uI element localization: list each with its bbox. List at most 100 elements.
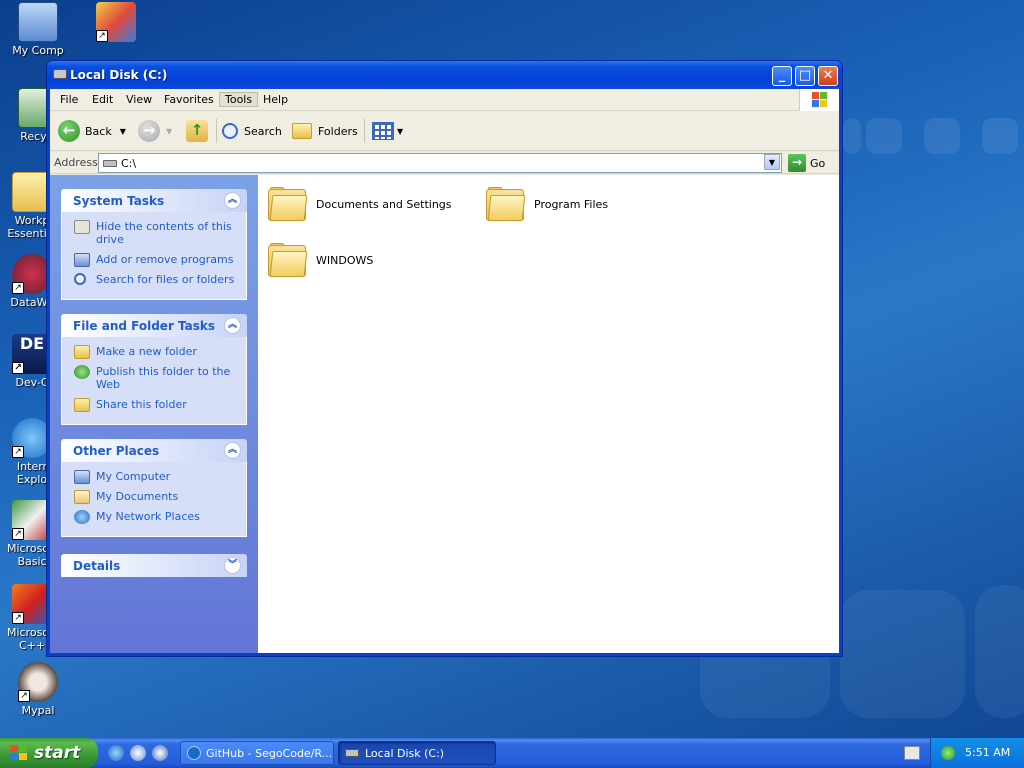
windows-flag-icon xyxy=(10,745,28,761)
desktop-decoration xyxy=(924,118,960,154)
taskbar-button-label: GitHub - SegoCode/R... xyxy=(206,746,333,760)
start-button[interactable]: start xyxy=(0,738,98,768)
menu-view[interactable]: View xyxy=(120,92,158,107)
menu-file[interactable]: File xyxy=(54,92,84,107)
search-button[interactable]: Search xyxy=(222,119,282,143)
menu-tools[interactable]: Tools xyxy=(219,92,259,107)
go-label: Go xyxy=(810,156,826,170)
other-places-header[interactable]: Other Places ︽ xyxy=(61,439,247,462)
address-bar: Address C:\ ▼ → Go xyxy=(50,152,839,174)
close-button[interactable]: ✕ xyxy=(818,66,838,86)
folder-icon xyxy=(486,187,526,221)
menu-help[interactable]: Help xyxy=(257,92,294,107)
file-folder-tasks-header[interactable]: File and Folder Tasks ︽ xyxy=(61,314,247,337)
task-share-folder[interactable]: Share this folder xyxy=(72,398,236,412)
details-panel: Details ︾ xyxy=(61,554,247,577)
windows-logo-icon xyxy=(799,89,839,111)
back-button[interactable]: ← Back ▼ xyxy=(58,119,126,143)
shortcut-arrow-icon: ↗ xyxy=(96,30,108,42)
system-tray: 5:51 AM xyxy=(930,738,1024,768)
task-label: Publish this folder to the Web xyxy=(96,365,231,391)
folders-button[interactable]: Folders xyxy=(292,119,358,143)
back-label: Back xyxy=(85,124,112,138)
panel-body: My Computer My Documents My Network Plac… xyxy=(61,462,247,537)
my-computer-icon xyxy=(74,470,90,484)
shortcut-arrow-icon: ↗ xyxy=(12,612,24,624)
drive-icon xyxy=(345,749,359,757)
folder-label: Program Files xyxy=(534,197,609,211)
hide-contents-icon xyxy=(74,220,90,234)
desktop-icon-label: My Comp xyxy=(12,44,64,57)
panel-body: Hide the contents of this drive Add or r… xyxy=(61,212,247,300)
task-pane: System Tasks ︽ Hide the contents of this… xyxy=(50,175,258,653)
place-my-network-places[interactable]: My Network Places xyxy=(72,510,236,524)
clock[interactable]: 5:51 AM xyxy=(965,746,1010,759)
desktop-decoration xyxy=(866,118,902,154)
taskbar-button-local-disk[interactable]: Local Disk (C:) xyxy=(338,741,496,765)
toolbar: ← Back ▼ → ▼ ↑ Search Folders ▼ xyxy=(50,111,839,151)
expand-icon[interactable]: ︾ xyxy=(224,557,241,574)
task-make-new-folder[interactable]: Make a new folder xyxy=(72,345,236,359)
menu-favorites[interactable]: Favorites xyxy=(158,92,220,107)
collapse-icon[interactable]: ︽ xyxy=(224,192,241,209)
chevron-down-icon: ▼ xyxy=(397,126,404,136)
system-tasks-panel: System Tasks ︽ Hide the contents of this… xyxy=(61,189,247,300)
title-bar[interactable]: Local Disk (C:) _ □ ✕ xyxy=(47,61,842,89)
desktop-decoration xyxy=(975,585,1024,718)
collapse-icon[interactable]: ︽ xyxy=(224,317,241,334)
window-client: File Edit View Favorites Tools Help ← Ba… xyxy=(50,89,839,653)
desktop-icon-label: Mypal xyxy=(21,704,55,717)
go-button[interactable]: → Go xyxy=(788,153,825,173)
views-button[interactable]: ▼ xyxy=(372,119,403,143)
desktop-icon-my-computer[interactable]: My Comp xyxy=(2,2,74,57)
my-computer-icon xyxy=(18,2,58,42)
folder-item[interactable]: Documents and Settings xyxy=(268,187,452,221)
up-folder-icon: ↑ xyxy=(186,120,208,142)
desktop-icon-mypal[interactable]: ↗ Mypal xyxy=(2,662,74,717)
address-dropdown-button[interactable]: ▼ xyxy=(764,154,780,170)
new-folder-icon xyxy=(74,345,90,359)
minimize-button[interactable]: _ xyxy=(772,66,792,86)
mypal-icon: ↗ xyxy=(18,662,58,702)
task-search-files[interactable]: Search for files or folders xyxy=(72,273,236,286)
keyboard-icon[interactable] xyxy=(904,746,920,760)
folder-item[interactable]: WINDOWS xyxy=(268,243,373,277)
place-my-computer[interactable]: My Computer xyxy=(72,470,236,484)
place-my-documents[interactable]: My Documents xyxy=(72,490,236,504)
taskbar-button-github[interactable]: GitHub - SegoCode/R... xyxy=(180,741,334,765)
folder-label: WINDOWS xyxy=(316,253,374,267)
drive-icon xyxy=(53,69,67,79)
system-tasks-header[interactable]: System Tasks ︽ xyxy=(61,189,247,212)
menu-edit[interactable]: Edit xyxy=(86,92,119,107)
folders-label: Folders xyxy=(318,124,358,138)
address-input[interactable]: C:\ xyxy=(98,153,782,173)
desktop-decoration xyxy=(843,118,861,154)
network-icon[interactable] xyxy=(941,746,955,760)
outlook-express-icon[interactable] xyxy=(130,745,146,761)
up-button[interactable]: ↑ xyxy=(186,119,208,143)
desktop-decoration xyxy=(982,118,1018,154)
share-folder-icon xyxy=(74,398,90,412)
collapse-icon[interactable]: ︽ xyxy=(224,442,241,459)
other-places-panel: Other Places ︽ My Computer My Documents … xyxy=(61,439,247,537)
file-list: Documents and Settings Program Files WIN… xyxy=(258,175,839,653)
task-publish-folder[interactable]: Publish this folder to the Web xyxy=(72,365,236,391)
folder-item[interactable]: Program Files xyxy=(486,187,608,221)
maximize-button[interactable]: □ xyxy=(795,66,815,86)
add-remove-programs-icon xyxy=(74,253,90,267)
taskbar-button-label: Local Disk (C:) xyxy=(365,746,445,760)
forward-button[interactable]: → ▼ xyxy=(138,119,172,143)
shortcut-arrow-icon: ↗ xyxy=(12,362,24,374)
panel-title: Other Places xyxy=(73,444,160,458)
shortcut-arrow-icon: ↗ xyxy=(12,528,24,540)
place-label: My Documents xyxy=(96,490,179,503)
details-header[interactable]: Details ︾ xyxy=(61,554,247,577)
task-hide-contents[interactable]: Hide the contents of this drive xyxy=(72,220,236,246)
media-player-icon[interactable] xyxy=(152,745,168,761)
desktop-icon-paint[interactable]: ↗ xyxy=(80,2,152,44)
internet-explorer-icon[interactable] xyxy=(108,745,124,761)
explorer-window: Local Disk (C:) _ □ ✕ File Edit View Fav… xyxy=(46,60,843,657)
task-label: Hide the contents of this drive xyxy=(96,220,232,246)
task-add-remove-programs[interactable]: Add or remove programs xyxy=(72,253,236,267)
window-title: Local Disk (C:) xyxy=(70,68,168,82)
